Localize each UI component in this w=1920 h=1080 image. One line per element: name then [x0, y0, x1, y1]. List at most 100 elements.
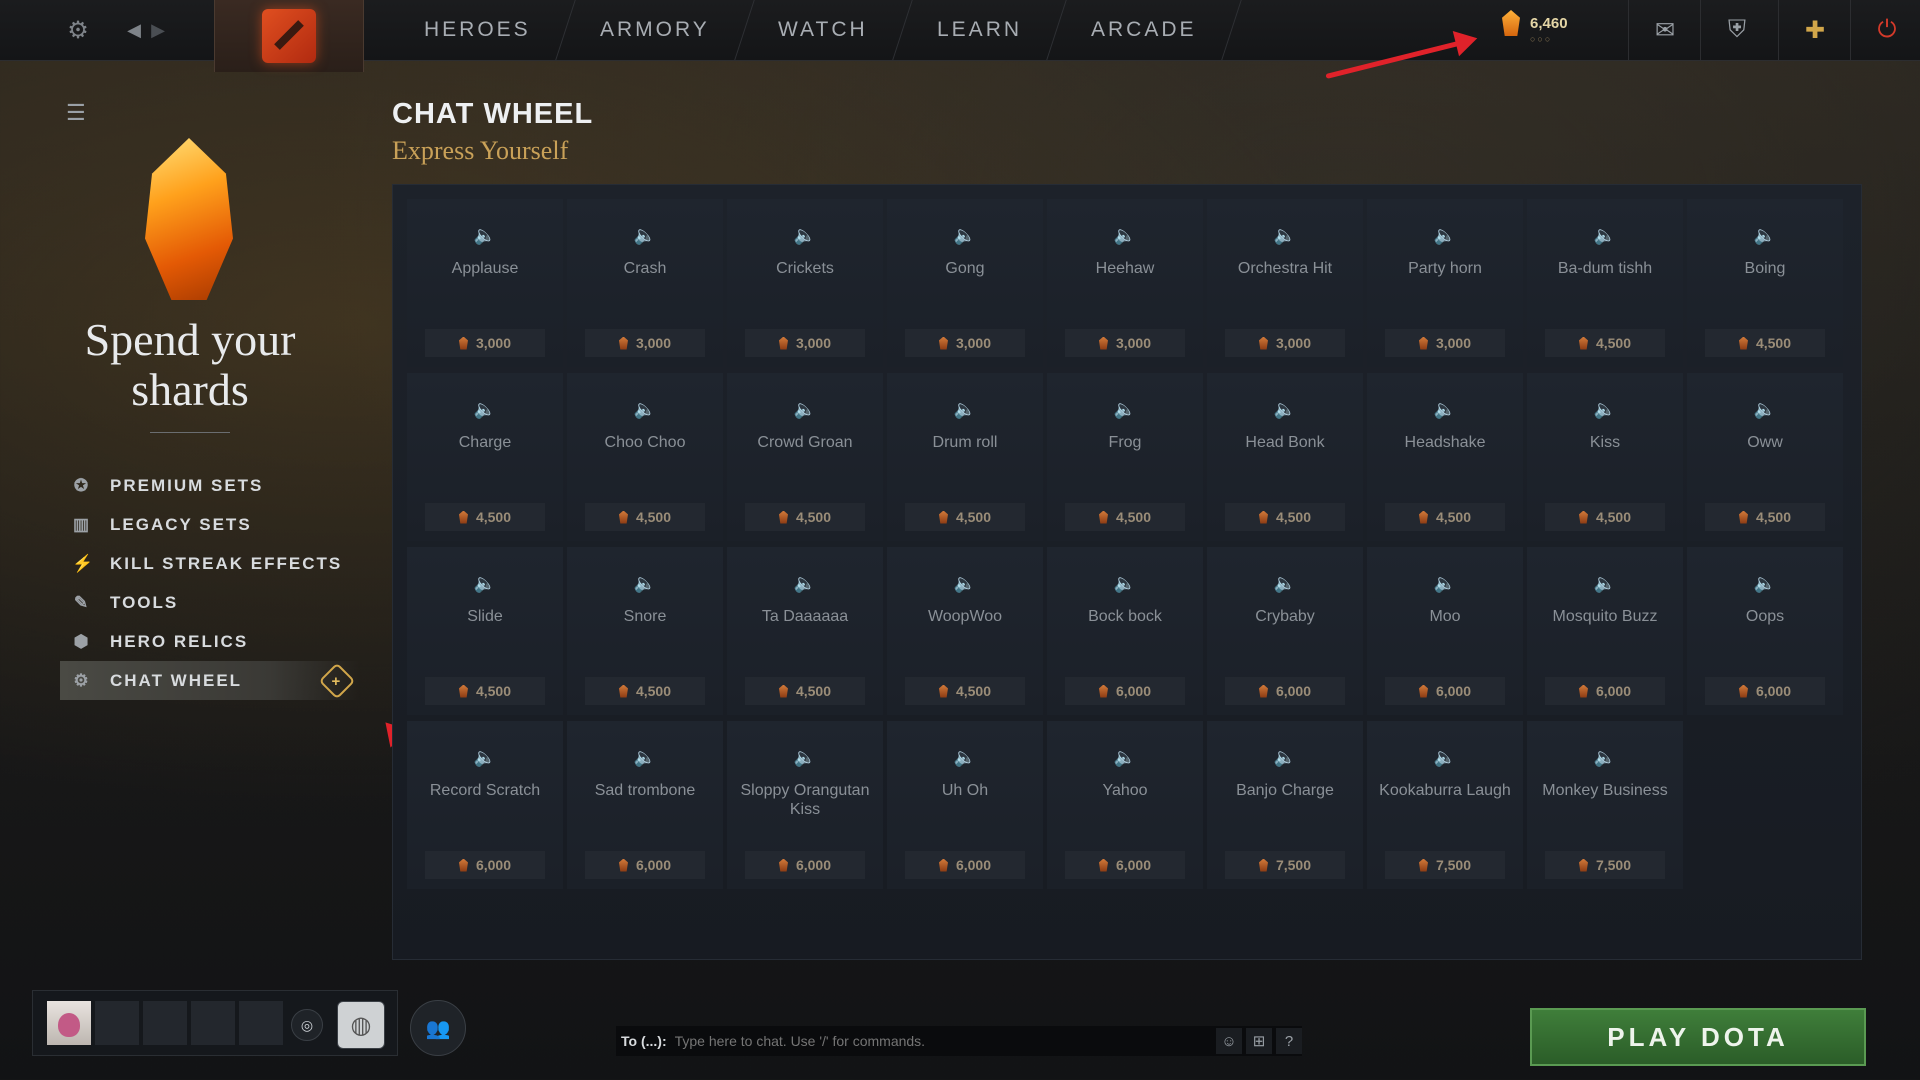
- chat-wheel-item-price-button[interactable]: 6,000: [1545, 677, 1665, 705]
- chat-wheel-item[interactable]: 🔈 Head Bonk 4,500: [1207, 373, 1363, 541]
- speaker-icon[interactable]: 🔈: [1367, 399, 1523, 420]
- speaker-icon[interactable]: 🔈: [1047, 573, 1203, 594]
- party-slot-self-avatar[interactable]: [47, 1001, 91, 1045]
- speaker-icon[interactable]: 🔈: [727, 225, 883, 246]
- chat-wheel-item-price-button[interactable]: 3,000: [905, 329, 1025, 357]
- chat-wheel-item[interactable]: 🔈 Slide 4,500: [407, 547, 563, 715]
- chat-wheel-item[interactable]: 🔈 Crickets 3,000: [727, 199, 883, 367]
- armory-shield-icon[interactable]: ⛨: [1700, 0, 1773, 60]
- speaker-icon[interactable]: 🔈: [567, 399, 723, 420]
- list-view-icon[interactable]: ☰: [66, 100, 86, 126]
- chat-wheel-item-price-button[interactable]: 7,500: [1225, 851, 1345, 879]
- chat-wheel-item-price-button[interactable]: 4,500: [585, 677, 705, 705]
- speaker-icon[interactable]: 🔈: [727, 399, 883, 420]
- chat-wheel-item-price-button[interactable]: 3,000: [1385, 329, 1505, 357]
- chat-wheel-item-price-button[interactable]: 6,000: [745, 851, 865, 879]
- speaker-icon[interactable]: 🔈: [1687, 399, 1843, 420]
- power-icon[interactable]: ⏻: [1850, 0, 1920, 60]
- chat-wheel-item-price-button[interactable]: 4,500: [1705, 329, 1825, 357]
- nav-arcade[interactable]: ARCADE: [1047, 0, 1242, 60]
- chat-wheel-item[interactable]: 🔈 Ba-dum tishh 4,500: [1527, 199, 1683, 367]
- chat-wheel-item-price-button[interactable]: 4,500: [905, 503, 1025, 531]
- chat-wheel-item-price-button[interactable]: 4,500: [1385, 503, 1505, 531]
- chat-wheel-item[interactable]: 🔈 Mosquito Buzz 6,000: [1527, 547, 1683, 715]
- speaker-icon[interactable]: 🔈: [407, 225, 563, 246]
- chat-wheel-item-price-button[interactable]: 6,000: [1065, 677, 1185, 705]
- speaker-icon[interactable]: 🔈: [1207, 747, 1363, 768]
- chat-wheel-item-price-button[interactable]: 4,500: [1545, 503, 1665, 531]
- chat-wheel-icon[interactable]: ⊞: [1246, 1028, 1272, 1054]
- chat-wheel-item[interactable]: 🔈 WoopWoo 4,500: [887, 547, 1043, 715]
- chat-wheel-item-price-button[interactable]: 4,500: [425, 677, 545, 705]
- chat-wheel-item-price-button[interactable]: 6,000: [1225, 677, 1345, 705]
- nav-watch[interactable]: WATCH: [734, 0, 913, 60]
- chat-wheel-item[interactable]: 🔈 Banjo Charge 7,500: [1207, 721, 1363, 889]
- sidebar-item-tools[interactable]: ✎ TOOLS: [60, 583, 360, 622]
- chat-wheel-item[interactable]: 🔈 Party horn 3,000: [1367, 199, 1523, 367]
- speaker-icon[interactable]: 🔈: [1687, 573, 1843, 594]
- play-dota-button[interactable]: PLAY DOTA: [1530, 1008, 1866, 1066]
- settings-gear-icon[interactable]: ⚙: [60, 12, 96, 48]
- chat-wheel-item[interactable]: 🔈 Monkey Business 7,500: [1527, 721, 1683, 889]
- chat-wheel-item[interactable]: 🔈 Uh Oh 6,000: [887, 721, 1043, 889]
- chat-wheel-item-price-button[interactable]: 7,500: [1545, 851, 1665, 879]
- chat-wheel-item-price-button[interactable]: 4,500: [585, 503, 705, 531]
- speaker-icon[interactable]: 🔈: [1367, 225, 1523, 246]
- dota-logo-button[interactable]: [214, 0, 364, 72]
- party-slot-empty[interactable]: [143, 1001, 187, 1045]
- chat-wheel-item-price-button[interactable]: 6,000: [425, 851, 545, 879]
- chat-wheel-item[interactable]: 🔈 Headshake 4,500: [1367, 373, 1523, 541]
- speaker-icon[interactable]: 🔈: [1687, 225, 1843, 246]
- chat-wheel-item[interactable]: 🔈 Record Scratch 6,000: [407, 721, 563, 889]
- chat-wheel-item[interactable]: 🔈 Oww 4,500: [1687, 373, 1843, 541]
- chat-wheel-item-price-button[interactable]: 4,500: [1225, 503, 1345, 531]
- chat-wheel-item[interactable]: 🔈 Choo Choo 4,500: [567, 373, 723, 541]
- sidebar-item-premium-sets[interactable]: ✪ PREMIUM SETS: [60, 466, 360, 505]
- chat-wheel-item-price-button[interactable]: 3,000: [585, 329, 705, 357]
- speaker-icon[interactable]: 🔈: [1047, 747, 1203, 768]
- shard-balance[interactable]: 6,460 ○○○: [1502, 10, 1568, 44]
- speaker-icon[interactable]: 🔈: [1047, 399, 1203, 420]
- speaker-icon[interactable]: 🔈: [407, 573, 563, 594]
- chat-wheel-item[interactable]: 🔈 Crowd Groan 4,500: [727, 373, 883, 541]
- chat-wheel-item[interactable]: 🔈 Drum roll 4,500: [887, 373, 1043, 541]
- sidebar-item-hero-relics[interactable]: ⬢ HERO RELICS: [60, 622, 360, 661]
- chat-wheel-item[interactable]: 🔈 Frog 4,500: [1047, 373, 1203, 541]
- nav-armory[interactable]: ARMORY: [555, 0, 755, 60]
- chat-wheel-item-price-button[interactable]: 3,000: [425, 329, 545, 357]
- chat-wheel-item[interactable]: 🔈 Kookaburra Laugh 7,500: [1367, 721, 1523, 889]
- speaker-icon[interactable]: 🔈: [887, 399, 1043, 420]
- chat-wheel-item-price-button[interactable]: 3,000: [1225, 329, 1345, 357]
- chat-wheel-item[interactable]: 🔈 Gong 3,000: [887, 199, 1043, 367]
- dota-plus-icon[interactable]: ✚: [1778, 0, 1851, 60]
- chat-wheel-item-price-button[interactable]: 4,500: [1705, 503, 1825, 531]
- chat-wheel-item[interactable]: 🔈 Oops 6,000: [1687, 547, 1843, 715]
- chat-wheel-item-price-button[interactable]: 6,000: [1385, 677, 1505, 705]
- chat-wheel-item-price-button[interactable]: 6,000: [1065, 851, 1185, 879]
- chat-wheel-item[interactable]: 🔈 Ta Daaaaaa 4,500: [727, 547, 883, 715]
- help-icon[interactable]: ?: [1276, 1028, 1302, 1054]
- speaker-icon[interactable]: 🔈: [1527, 747, 1683, 768]
- chat-wheel-item-price-button[interactable]: 4,500: [745, 503, 865, 531]
- voice-headset-icon[interactable]: ◎: [291, 1009, 323, 1041]
- speaker-icon[interactable]: 🔈: [1367, 573, 1523, 594]
- chat-wheel-item-price-button[interactable]: 4,500: [745, 677, 865, 705]
- chat-wheel-item[interactable]: 🔈 Kiss 4,500: [1527, 373, 1683, 541]
- party-slot-empty[interactable]: [95, 1001, 139, 1045]
- sidebar-item-chat-wheel[interactable]: ⚙ CHAT WHEEL +: [60, 661, 360, 700]
- chat-wheel-item-price-button[interactable]: 6,000: [585, 851, 705, 879]
- speaker-icon[interactable]: 🔈: [1047, 225, 1203, 246]
- chat-wheel-item-price-button[interactable]: 6,000: [1705, 677, 1825, 705]
- chat-wheel-item-price-button[interactable]: 4,500: [1545, 329, 1665, 357]
- speaker-icon[interactable]: 🔈: [1527, 573, 1683, 594]
- speaker-icon[interactable]: 🔈: [567, 747, 723, 768]
- guild-emblem-icon[interactable]: ◍: [337, 1001, 385, 1049]
- nav-heroes[interactable]: HEROES: [380, 0, 576, 60]
- speaker-icon[interactable]: 🔈: [727, 573, 883, 594]
- speaker-icon[interactable]: 🔈: [887, 747, 1043, 768]
- chat-wheel-item[interactable]: 🔈 Bock bock 6,000: [1047, 547, 1203, 715]
- chat-wheel-item-price-button[interactable]: 7,500: [1385, 851, 1505, 879]
- speaker-icon[interactable]: 🔈: [1207, 225, 1363, 246]
- party-slot-empty[interactable]: [191, 1001, 235, 1045]
- speaker-icon[interactable]: 🔈: [407, 747, 563, 768]
